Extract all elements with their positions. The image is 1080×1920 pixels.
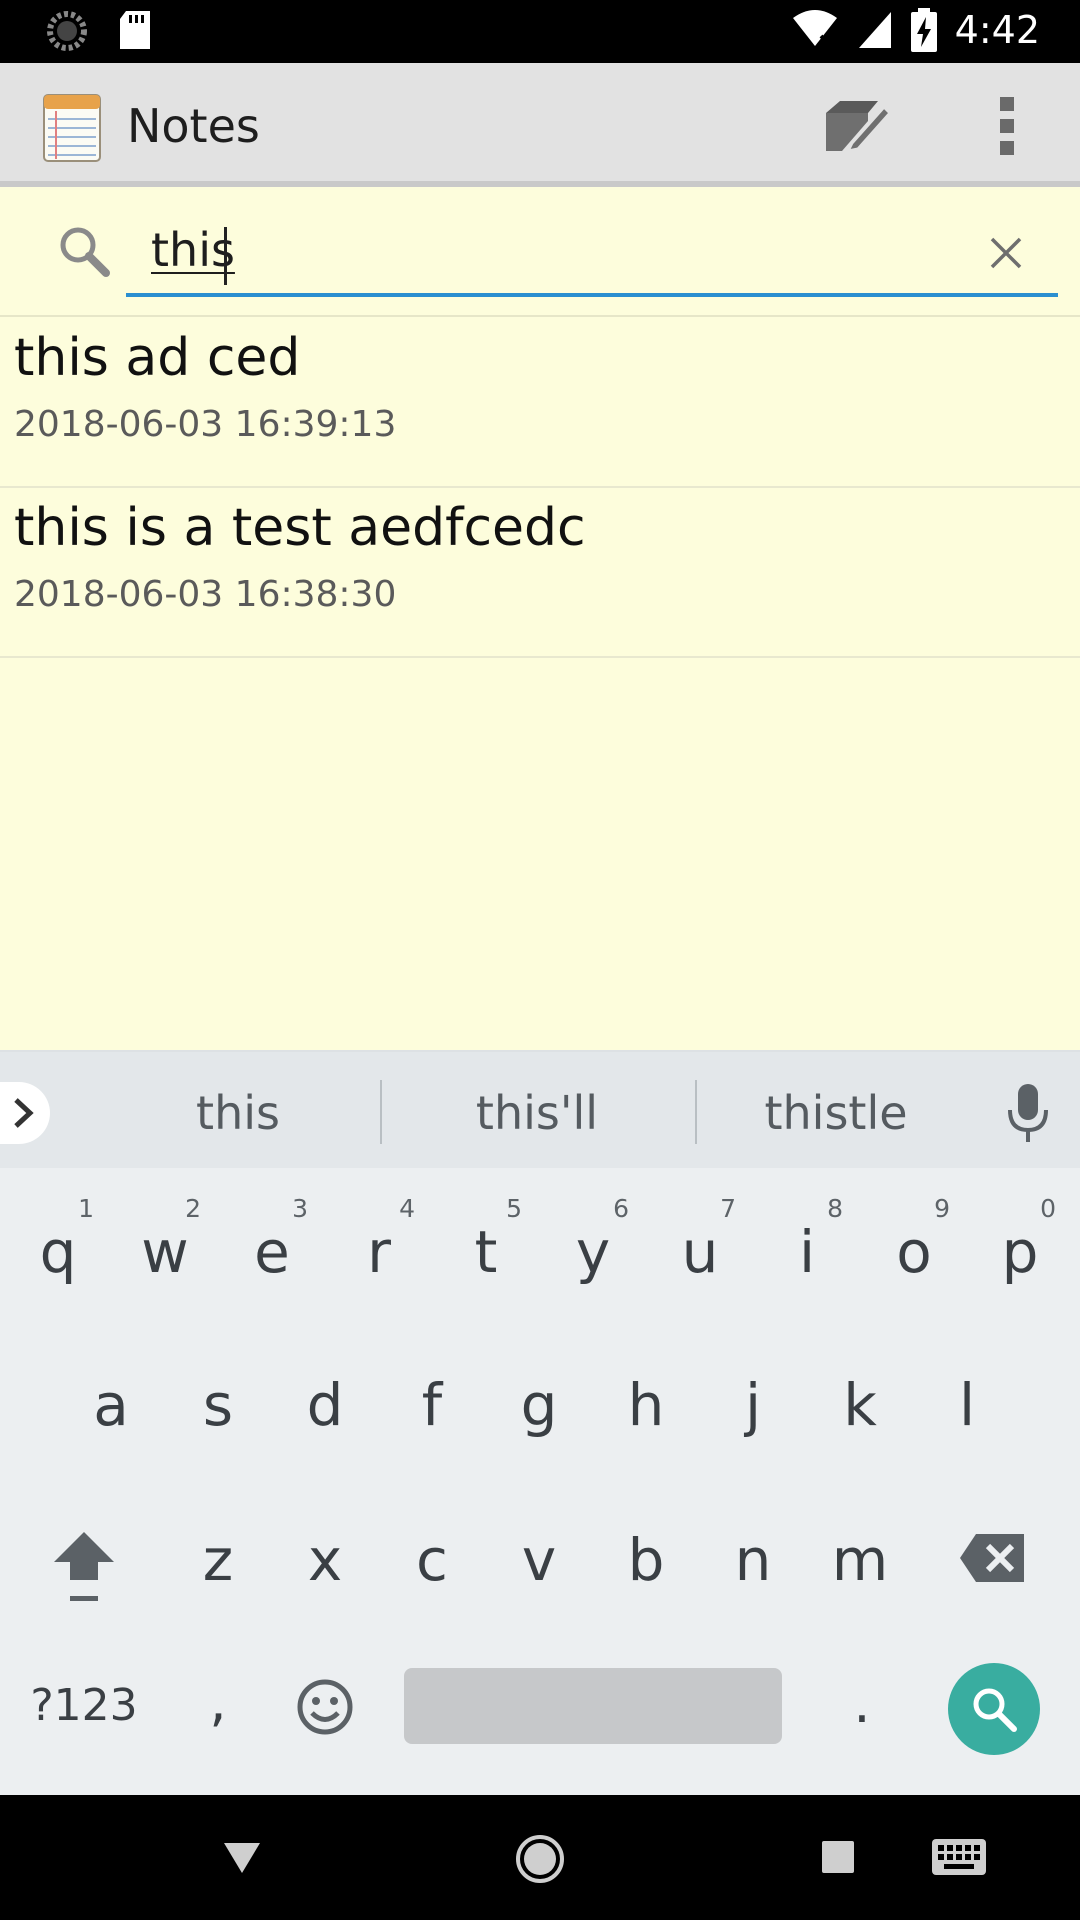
sync-icon (47, 11, 87, 51)
microphone-icon[interactable] (1006, 1084, 1050, 1144)
key-a[interactable]: a (61, 1333, 161, 1463)
key-y[interactable]: 6y (543, 1180, 643, 1310)
new-note-icon[interactable] (822, 93, 892, 159)
key-n[interactable]: n (703, 1488, 803, 1618)
battery-charging-icon (910, 8, 937, 52)
search-input[interactable] (126, 209, 1058, 297)
key-p[interactable]: 0p (970, 1180, 1070, 1310)
list-item[interactable]: this ad ced 2018-06-03 16:39:13 (0, 318, 1080, 488)
status-bar: 4:42 (0, 0, 1080, 63)
key-t[interactable]: 5t (436, 1180, 536, 1310)
key-i[interactable]: 8i (757, 1180, 857, 1310)
search-icon (973, 1688, 1017, 1732)
signal-icon (858, 12, 891, 48)
key-u[interactable]: 7u (650, 1180, 750, 1310)
key-m[interactable]: m (810, 1488, 910, 1618)
note-date: 2018-06-03 16:38:30 (14, 574, 397, 615)
key-g[interactable]: g (489, 1333, 589, 1463)
key-w[interactable]: 2w (115, 1180, 215, 1310)
recents-icon[interactable] (822, 1841, 854, 1873)
key-q[interactable]: 1q (8, 1180, 108, 1310)
navigation-bar (0, 1795, 1080, 1920)
key-s[interactable]: s (168, 1333, 268, 1463)
key-k[interactable]: k (810, 1333, 910, 1463)
key-f[interactable]: f (382, 1333, 482, 1463)
chevron-right-icon (14, 1098, 34, 1128)
key-v[interactable]: v (489, 1488, 589, 1618)
more-vert-icon[interactable] (980, 93, 1032, 159)
suggestion-2[interactable]: this'll (407, 1086, 667, 1140)
key-e[interactable]: 3e (222, 1180, 322, 1310)
keyboard-switch-icon[interactable] (932, 1839, 986, 1875)
search-action-button[interactable] (948, 1663, 1040, 1755)
notepad-app-icon (43, 94, 101, 162)
key-x[interactable]: x (275, 1488, 375, 1618)
space-bar[interactable] (404, 1668, 782, 1744)
search-query: this (151, 223, 235, 277)
search-bar: this (0, 193, 1080, 317)
key-h[interactable]: h (596, 1333, 696, 1463)
suggestion-divider (380, 1080, 382, 1144)
emoji-icon[interactable] (296, 1678, 354, 1736)
search-icon (60, 227, 110, 277)
clear-icon[interactable] (984, 231, 1028, 275)
key-c[interactable]: c (382, 1488, 482, 1618)
expand-suggestions-button[interactable] (0, 1082, 50, 1144)
key-b[interactable]: b (596, 1488, 696, 1618)
list-item[interactable]: this is a test aedfcedc 2018-06-03 16:38… (0, 488, 1080, 658)
text-cursor (224, 227, 227, 285)
suggestion-1[interactable]: this (108, 1086, 368, 1140)
clock: 4:42 (954, 8, 1040, 52)
suggestion-divider (695, 1080, 697, 1144)
key-l[interactable]: l (917, 1333, 1017, 1463)
home-icon[interactable] (514, 1833, 566, 1885)
symbols-key[interactable]: ?123 (24, 1680, 144, 1731)
key-o[interactable]: 9o (864, 1180, 964, 1310)
app-bar: Notes (0, 63, 1080, 187)
key-r[interactable]: 4r (329, 1180, 429, 1310)
suggestion-strip: this this'll thistle (0, 1050, 1080, 1168)
note-title: this is a test aedfcedc (14, 498, 586, 558)
shift-icon[interactable] (44, 1518, 124, 1618)
sd-card-icon (120, 11, 150, 49)
note-date: 2018-06-03 16:39:13 (14, 404, 397, 445)
key-d[interactable]: d (275, 1333, 375, 1463)
note-title: this ad ced (14, 328, 301, 388)
back-icon[interactable] (222, 1839, 262, 1875)
key-comma[interactable]: , (198, 1670, 238, 1733)
soft-keyboard: this this'll thistle 1q 2w 3e 4r 5t 6y 7… (0, 1050, 1080, 1795)
key-z[interactable]: z (168, 1488, 268, 1618)
app-title: Notes (127, 99, 260, 153)
backspace-icon[interactable] (958, 1528, 1028, 1588)
notes-list: this ad ced 2018-06-03 16:39:13 this is … (0, 318, 1080, 658)
wifi-off-icon (792, 10, 837, 48)
suggestion-3[interactable]: thistle (706, 1086, 966, 1140)
key-period[interactable]: . (842, 1672, 882, 1735)
key-j[interactable]: j (703, 1333, 803, 1463)
